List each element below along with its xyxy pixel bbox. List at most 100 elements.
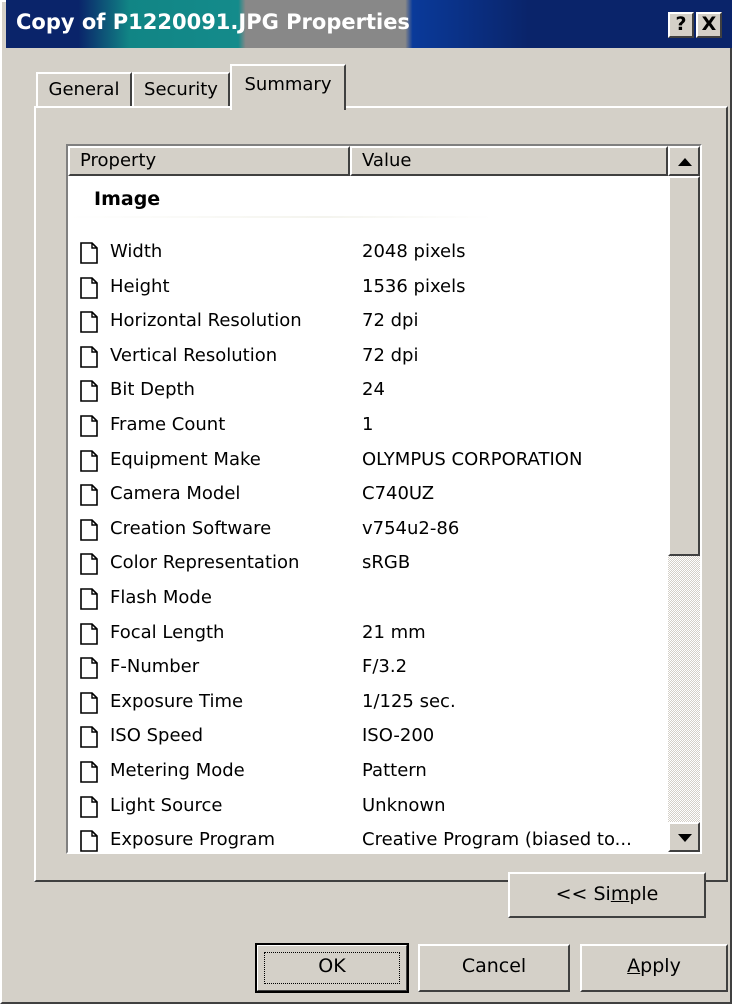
close-icon: X	[701, 13, 717, 35]
table-row[interactable]: Color Representation sRGB	[68, 547, 666, 581]
property-name: Flash Mode	[110, 587, 212, 608]
property-value: 1/125 sec.	[362, 690, 456, 712]
property-name: Color Representation	[110, 552, 300, 574]
property-name: Frame Count	[110, 414, 226, 435]
apply-button[interactable]: Apply	[580, 944, 728, 992]
help-button[interactable]: ?	[668, 12, 694, 38]
property-value: Unknown	[362, 794, 446, 816]
help-icon: ?	[675, 13, 687, 35]
table-row[interactable]: Focal Length 21 mm	[68, 617, 666, 651]
property-value: ISO-200	[362, 725, 435, 747]
property-value: 72 dpi	[362, 310, 419, 332]
property-value: 72 dpi	[362, 344, 419, 366]
scroll-up-button[interactable]	[668, 146, 700, 176]
document-icon	[80, 588, 98, 610]
table-row[interactable]: Vertical Resolution 72 dpi	[68, 340, 666, 374]
table-row[interactable]: Frame Count 1	[68, 409, 666, 443]
property-name: Metering Mode	[110, 760, 245, 781]
document-icon	[80, 415, 98, 437]
document-icon	[80, 276, 98, 299]
window-title: Copy of P1220091.JPG Properties	[16, 10, 410, 34]
table-row[interactable]: Exposure Time 1/125 sec.	[68, 686, 666, 720]
document-icon	[80, 795, 98, 818]
close-button[interactable]: X	[696, 12, 722, 38]
table-row[interactable]: F-Number F/3.2	[68, 651, 666, 685]
table-row[interactable]: Creation Software v754u2-86	[68, 513, 666, 547]
vertical-scrollbar[interactable]	[668, 146, 700, 852]
document-icon	[80, 622, 98, 645]
table-row[interactable]: Width 2048 pixels	[68, 236, 666, 270]
property-name: Horizontal Resolution	[110, 310, 302, 332]
simple-button[interactable]: << Simple	[508, 872, 706, 918]
cancel-button-label: Cancel	[461, 955, 527, 977]
property-value: OLYMPUS CORPORATION	[362, 448, 583, 470]
table-row[interactable]: Exposure Program Creative Program (biased…	[68, 824, 666, 858]
property-name: Light Source	[110, 794, 223, 816]
table-row[interactable]: Equipment Make OLYMPUS CORPORATION	[68, 444, 666, 478]
tab-summary[interactable]: Summary	[230, 64, 346, 110]
property-value: F/3.2	[362, 656, 408, 678]
group-divider	[68, 216, 492, 218]
property-name: Bit Depth	[110, 379, 195, 401]
tab-general[interactable]: General	[36, 72, 132, 106]
property-value: Pattern	[362, 760, 427, 781]
table-row[interactable]: Light Source Unknown	[68, 790, 666, 824]
scroll-down-button[interactable]	[668, 822, 700, 852]
property-value: 1536 pixels	[362, 275, 466, 297]
document-icon	[80, 726, 98, 749]
property-value: 2048 pixels	[362, 241, 466, 262]
ok-button[interactable]: OK	[255, 943, 409, 993]
property-value: 1	[362, 414, 374, 435]
property-name: Focal Length	[110, 621, 225, 643]
property-value: C740UZ	[362, 483, 435, 505]
property-value: 24	[362, 379, 385, 401]
title-bar[interactable]: Copy of P1220091.JPG Properties ? X	[6, 0, 732, 48]
document-icon	[80, 449, 98, 472]
property-name: Equipment Make	[110, 448, 261, 470]
document-icon	[80, 380, 98, 403]
column-header-property-label: Property	[80, 150, 157, 171]
table-row[interactable]: ISO Speed ISO-200	[68, 720, 666, 754]
document-icon	[80, 830, 98, 852]
table-row[interactable]: Horizontal Resolution 72 dpi	[68, 305, 666, 339]
focus-ring	[264, 952, 400, 984]
document-icon	[80, 691, 98, 714]
property-name: Width	[110, 241, 163, 262]
property-name: Creation Software	[110, 517, 272, 539]
tab-general-label: General	[48, 79, 120, 100]
table-row[interactable]: Flash Mode	[68, 582, 666, 616]
table-row[interactable]: Height 1536 pixels	[68, 271, 666, 305]
column-header-value[interactable]: Value	[350, 146, 668, 176]
document-icon	[80, 553, 98, 576]
property-name: Vertical Resolution	[110, 344, 278, 366]
summary-list[interactable]: Property Value Image Width 2048 pixels Hei…	[66, 144, 702, 854]
apply-button-label: Apply	[627, 955, 681, 977]
tab-summary-label: Summary	[244, 74, 332, 95]
tab-security[interactable]: Security	[132, 72, 230, 106]
document-icon	[80, 518, 98, 541]
column-header-value-label: Value	[362, 150, 412, 171]
property-name: Camera Model	[110, 483, 241, 505]
document-icon	[80, 657, 98, 679]
property-name: Exposure Program	[110, 829, 275, 851]
property-value: sRGB	[362, 552, 411, 574]
property-name: Exposure Time	[110, 690, 244, 712]
scrollbar-thumb[interactable]	[668, 176, 700, 556]
document-icon	[80, 311, 98, 333]
simple-button-label: << Simple	[555, 883, 659, 905]
property-name: F-Number	[110, 656, 200, 678]
property-value: Creative Program (biased to...	[362, 829, 632, 851]
document-icon	[80, 761, 98, 783]
document-icon	[80, 345, 98, 368]
property-value: 21 mm	[362, 621, 426, 643]
column-header-property[interactable]: Property	[68, 146, 350, 176]
table-row[interactable]: Bit Depth 24	[68, 374, 666, 408]
property-name: Height	[110, 275, 170, 297]
table-row[interactable]: Camera Model C740UZ	[68, 478, 666, 512]
document-icon	[80, 242, 98, 264]
cancel-button[interactable]: Cancel	[418, 944, 570, 992]
property-value: v754u2-86	[362, 517, 460, 539]
group-heading-image: Image	[94, 188, 161, 210]
table-row[interactable]: Metering Mode Pattern	[68, 755, 666, 789]
property-name: ISO Speed	[110, 725, 204, 747]
